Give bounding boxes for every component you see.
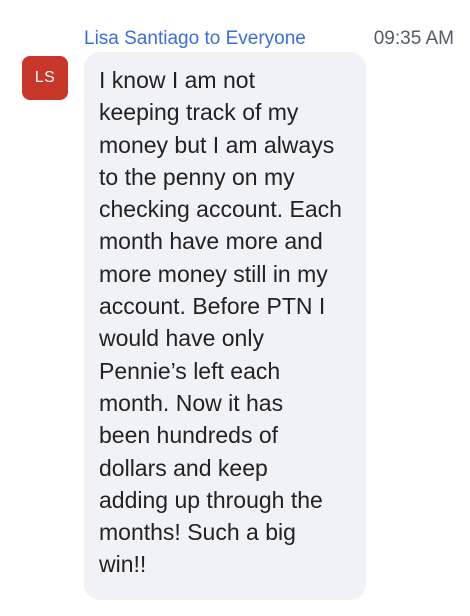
message-text: I know I am not keeping track of my mone…	[99, 67, 342, 578]
message-bubble: I know I am not keeping track of my mone…	[84, 52, 366, 600]
message-timestamp: 09:35 AM	[373, 28, 454, 49]
sender-name[interactable]: Lisa Santiago	[84, 28, 199, 49]
avatar[interactable]: LS	[22, 56, 68, 100]
recipient-name[interactable]: Everyone	[226, 28, 306, 49]
to-label: to	[204, 28, 221, 49]
chat-message: Lisa Santiago to Everyone 09:35 AM LS I …	[0, 0, 470, 616]
